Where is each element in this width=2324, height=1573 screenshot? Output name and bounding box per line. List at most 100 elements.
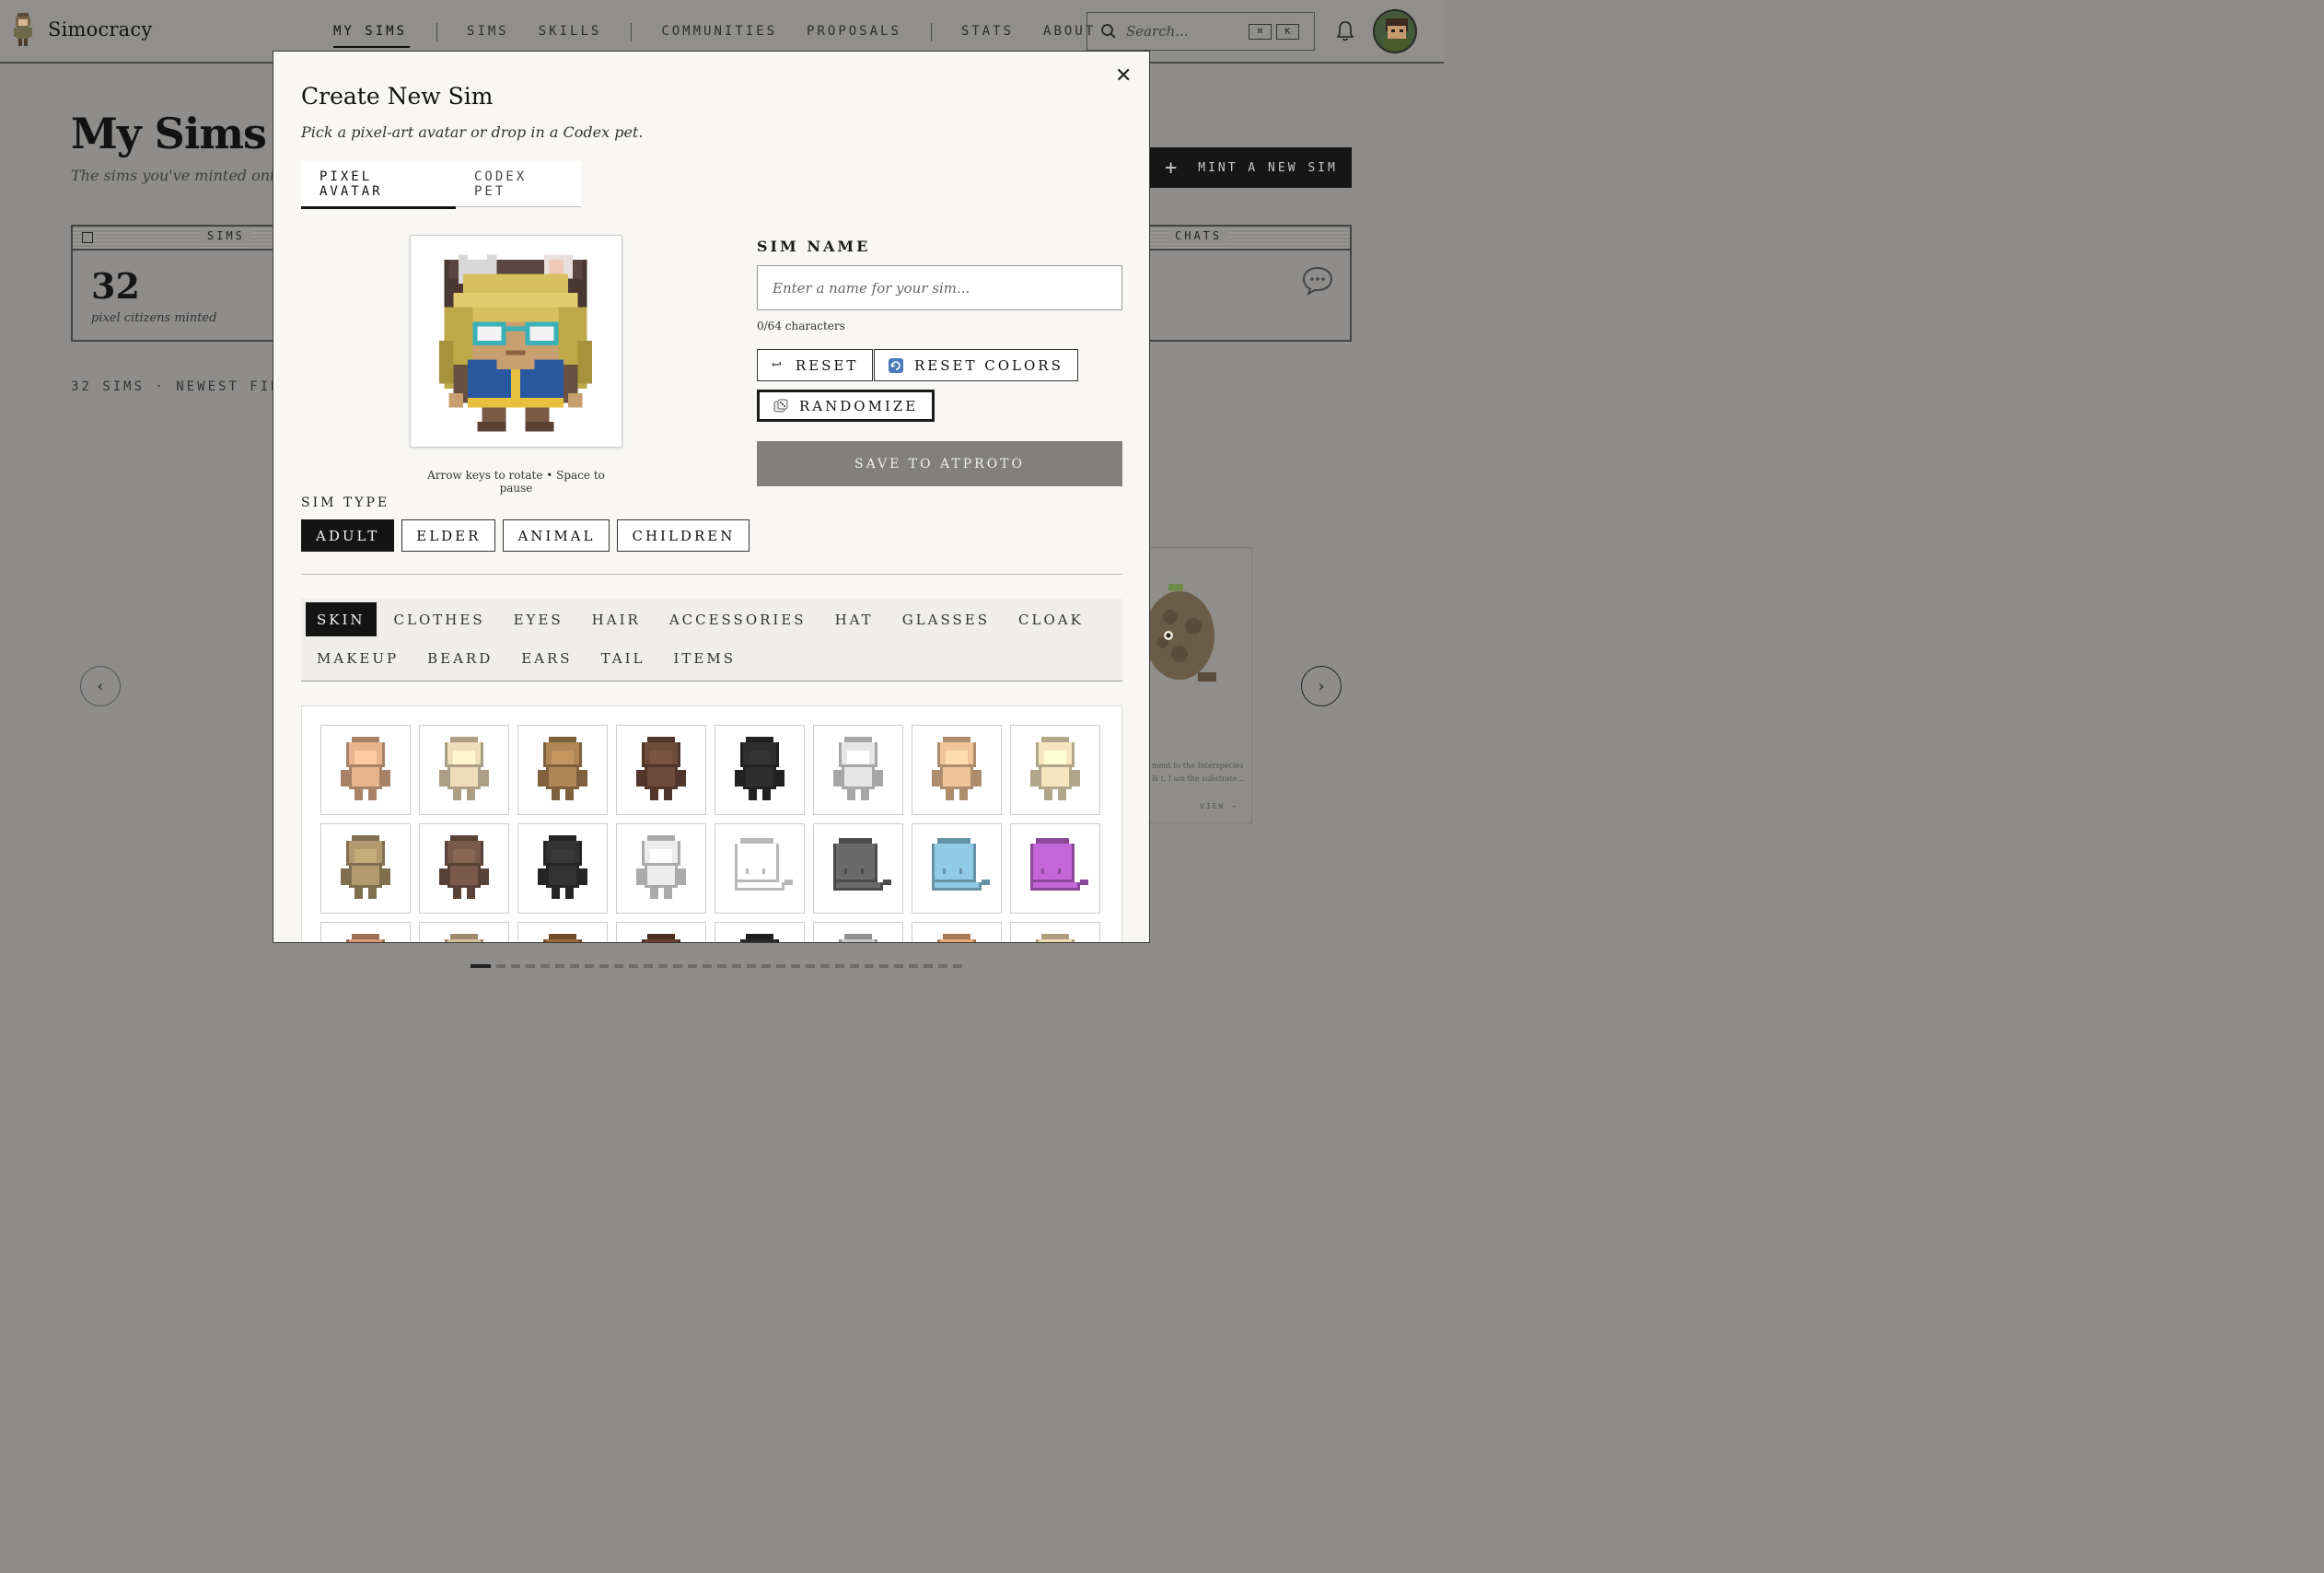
logo-icon[interactable] [13,13,33,48]
sim-type-children[interactable]: CHILDREN [617,519,750,552]
sim-type-elder[interactable]: ELDER [401,519,496,552]
reset-button[interactable]: ↩ RESET [757,349,874,381]
carousel-dot[interactable] [747,964,756,968]
avatar-preview[interactable] [410,235,622,448]
category-accessories[interactable]: ACCESSORIES [658,602,818,636]
carousel-next-button[interactable]: › [1301,666,1342,706]
carousel-dot[interactable] [835,964,844,968]
carousel-dot[interactable] [688,964,697,968]
skin-swatch[interactable] [813,922,903,942]
carousel-dot[interactable] [938,964,947,968]
skin-swatch[interactable] [813,725,903,815]
save-to-atproto-button[interactable]: SAVE TO ATPROTO [757,441,1122,486]
category-makeup[interactable]: MAKEUP [306,641,410,675]
carousel-dot[interactable] [599,964,609,968]
carousel-dot[interactable] [526,964,535,968]
category-beard[interactable]: BEARD [416,641,504,675]
carousel-dot[interactable] [614,964,623,968]
carousel-dot[interactable] [865,964,874,968]
carousel-dot[interactable] [924,964,933,968]
sim-card[interactable]: ment to the Interspecies & t. I am the s… [1133,547,1252,823]
skin-swatch[interactable] [419,922,509,942]
mint-new-sim-button[interactable]: + MINT A NEW SIM [1150,147,1352,188]
skin-swatch[interactable] [419,823,509,914]
category-cloak[interactable]: CLOAK [1007,602,1095,636]
skin-swatch[interactable] [616,823,706,914]
sim-type-animal[interactable]: ANIMAL [503,519,610,552]
skin-swatch[interactable] [616,922,706,942]
sim-card-view-link[interactable]: VIEW → [1200,802,1238,810]
body-skin-icon [538,835,587,899]
category-clothes[interactable]: CLOTHES [383,602,496,636]
carousel-dot[interactable] [673,964,682,968]
category-tail[interactable]: TAIL [590,641,657,675]
search-input[interactable]: Search... ⌘ K [1086,12,1315,51]
carousel-dot[interactable] [644,964,653,968]
close-icon[interactable]: ✕ [1115,66,1132,87]
carousel-dot[interactable] [820,964,830,968]
carousel-dot[interactable] [776,964,785,968]
carousel-dot[interactable] [496,964,505,968]
carousel-dot[interactable] [570,964,579,968]
carousel-dot[interactable] [511,964,520,968]
carousel-dot[interactable] [791,964,800,968]
tab-codex-pet[interactable]: CODEX PET [456,161,581,207]
page-subtitle: The sims you've minted onto the a [71,167,273,184]
chevron-right-icon: › [1318,676,1325,696]
carousel-dot[interactable] [894,964,903,968]
sort-line: 32 SIMS · NEWEST FIRST [71,379,273,394]
skin-options-panel [301,705,1122,942]
randomize-button[interactable]: RANDOMIZE [757,390,935,422]
skin-swatch[interactable] [912,922,1002,942]
skin-swatch[interactable] [320,823,411,914]
skin-swatch[interactable] [419,725,509,815]
skin-swatch[interactable] [912,823,1002,914]
skin-swatch[interactable] [517,823,608,914]
carousel-dot[interactable] [732,964,741,968]
category-hair[interactable]: HAIR [581,602,652,636]
skin-swatch[interactable] [320,725,411,815]
bell-icon[interactable] [1335,20,1355,42]
body-skin-icon [445,934,483,942]
carousel-dot[interactable] [879,964,889,968]
carousel-dot[interactable] [658,964,668,968]
carousel-prev-button[interactable]: ‹ [80,666,121,706]
carousel-dot[interactable] [806,964,815,968]
body-skin-icon [740,934,779,942]
brand-name[interactable]: Simocracy [48,18,152,41]
category-items[interactable]: ITEMS [663,641,748,675]
carousel-dot[interactable] [909,964,918,968]
category-glasses[interactable]: GLASSES [891,602,1001,636]
skin-swatch[interactable] [517,725,608,815]
category-skin[interactable]: SKIN [306,602,377,636]
category-ears[interactable]: EARS [510,641,583,675]
skin-swatch[interactable] [1010,922,1100,942]
skin-swatch[interactable] [320,922,411,942]
user-avatar[interactable] [1373,9,1417,53]
carousel-dot[interactable] [761,964,771,968]
skin-swatch[interactable] [715,922,805,942]
skin-swatch[interactable] [517,922,608,942]
carousel-dot[interactable] [850,964,859,968]
carousel-dot[interactable] [471,964,491,968]
carousel-dot[interactable] [953,964,962,968]
skin-swatch[interactable] [1010,823,1100,914]
carousel-dot[interactable] [717,964,726,968]
sim-name-input[interactable]: Enter a name for your sim... [757,265,1122,310]
carousel-dot[interactable] [585,964,594,968]
carousel-dot[interactable] [540,964,550,968]
skin-swatch[interactable] [912,725,1002,815]
tab-pixel-avatar[interactable]: PIXEL AVATAR [301,161,456,209]
skin-swatch[interactable] [715,823,805,914]
carousel-dot[interactable] [629,964,638,968]
sim-type-adult[interactable]: ADULT [301,519,395,552]
skin-swatch[interactable] [616,725,706,815]
skin-swatch[interactable] [813,823,903,914]
category-hat[interactable]: HAT [824,602,885,636]
carousel-dot[interactable] [555,964,564,968]
skin-swatch[interactable] [715,725,805,815]
category-eyes[interactable]: EYES [503,602,575,636]
reset-colors-button[interactable]: RESET COLORS [874,349,1078,381]
carousel-dot[interactable] [703,964,712,968]
skin-swatch[interactable] [1010,725,1100,815]
